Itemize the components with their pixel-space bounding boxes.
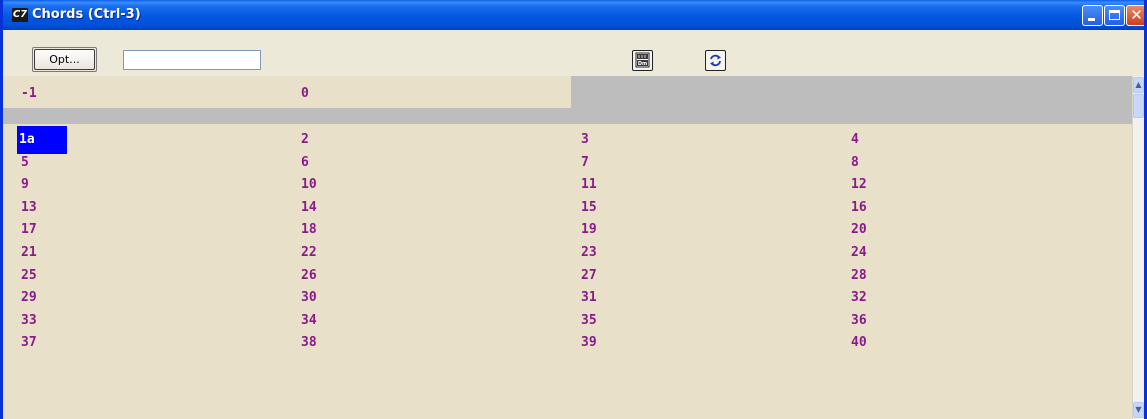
close-button[interactable]: ✕ xyxy=(1126,5,1144,26)
minimize-button[interactable] xyxy=(1082,5,1103,26)
scroll-down-button[interactable]: ▼ xyxy=(1133,402,1144,418)
bar-cell[interactable]: 13 xyxy=(21,200,37,216)
bar-cell[interactable]: 32 xyxy=(851,290,867,306)
bar-cell[interactable]: 19 xyxy=(581,222,597,238)
bar-cell[interactable]: 20 xyxy=(851,222,867,238)
window-title: Chords (Ctrl-3) xyxy=(32,7,141,22)
chord-display-icon: Dm xyxy=(635,52,650,68)
bar-cell[interactable]: 27 xyxy=(581,268,597,284)
bar-cell[interactable]: 17 xyxy=(21,222,37,238)
bar-cell[interactable]: 7 xyxy=(581,155,589,171)
bar-cell[interactable]: 35 xyxy=(581,313,597,329)
chord-display-button[interactable]: Dm xyxy=(632,50,653,71)
refresh-icon xyxy=(710,54,721,67)
bar-cell[interactable]: 4 xyxy=(851,132,859,148)
maximize-icon xyxy=(1109,10,1120,20)
bar-cell[interactable]: 36 xyxy=(851,313,867,329)
bar-cell[interactable]: 16 xyxy=(851,200,867,216)
minimize-icon xyxy=(1088,18,1095,21)
bar-cell[interactable]: 0 xyxy=(301,86,309,102)
options-button[interactable]: Opt... xyxy=(32,47,97,72)
bar-cell[interactable]: 6 xyxy=(301,155,309,171)
bar-cell[interactable]: 11 xyxy=(581,177,597,193)
bar-cell[interactable]: 14 xyxy=(301,200,317,216)
app-logo-icon[interactable]: C7 xyxy=(12,8,28,22)
svg-text:Dm: Dm xyxy=(638,61,647,67)
bar-cell[interactable]: 12 xyxy=(851,177,867,193)
bar-cell[interactable]: 25 xyxy=(21,268,37,284)
vertical-scrollbar[interactable]: ▲ ▼ xyxy=(1132,76,1144,419)
bar-cell[interactable]: 39 xyxy=(581,335,597,351)
bar-cell[interactable]: 37 xyxy=(21,335,37,351)
bar-cell[interactable]: 40 xyxy=(851,335,867,351)
bar-cell[interactable]: 30 xyxy=(301,290,317,306)
title-bar[interactable]: C7 Chords (Ctrl-3) ✕ xyxy=(3,0,1144,30)
bar-cell[interactable]: 29 xyxy=(21,290,37,306)
bar-cell[interactable]: 3 xyxy=(581,132,589,148)
scroll-thumb[interactable] xyxy=(1133,94,1144,118)
bar-cell[interactable]: 33 xyxy=(21,313,37,329)
bar-cell[interactable]: 21 xyxy=(21,245,37,261)
bar-cell[interactable]: 18 xyxy=(301,222,317,238)
bar-cell[interactable]: 8 xyxy=(851,155,859,171)
toolbar: Opt... Dm xyxy=(3,30,1144,76)
bar-cell[interactable]: 5 xyxy=(21,155,29,171)
bar-cell[interactable]: 2 xyxy=(301,132,309,148)
bar-cell[interactable]: 31 xyxy=(581,290,597,306)
bar-cell[interactable]: 23 xyxy=(581,245,597,261)
chord-grid: -1 0 1a 2 3 4 5 6 7 8 9 10 11 12 13 14 15 16 17 18 19 20 21 2… xyxy=(3,76,1132,419)
bar-cell-selected[interactable]: 1a xyxy=(17,126,67,154)
bar-cell[interactable]: 22 xyxy=(301,245,317,261)
chords-window: C7 Chords (Ctrl-3) ✕ Opt... Dm -1 0 1a 2… xyxy=(0,0,1147,419)
scroll-up-button[interactable]: ▲ xyxy=(1133,77,1144,93)
pre-song-row: -1 0 xyxy=(3,76,1132,108)
bar-cell[interactable]: -1 xyxy=(21,86,37,102)
bar-cell[interactable]: 38 xyxy=(301,335,317,351)
unused-area xyxy=(571,76,1132,108)
section-divider xyxy=(3,108,1132,124)
bar-cell[interactable]: 9 xyxy=(21,177,29,193)
bar-cell[interactable]: 15 xyxy=(581,200,597,216)
bar-cell[interactable]: 10 xyxy=(301,177,317,193)
bar-cell[interactable]: 26 xyxy=(301,268,317,284)
bar-cell[interactable]: 24 xyxy=(851,245,867,261)
bar-cell[interactable]: 34 xyxy=(301,313,317,329)
refresh-button[interactable] xyxy=(705,50,726,71)
chord-text-input[interactable] xyxy=(123,50,261,70)
close-icon: ✕ xyxy=(1130,6,1143,24)
bar-cell[interactable]: 28 xyxy=(851,268,867,284)
maximize-button[interactable] xyxy=(1104,5,1125,26)
